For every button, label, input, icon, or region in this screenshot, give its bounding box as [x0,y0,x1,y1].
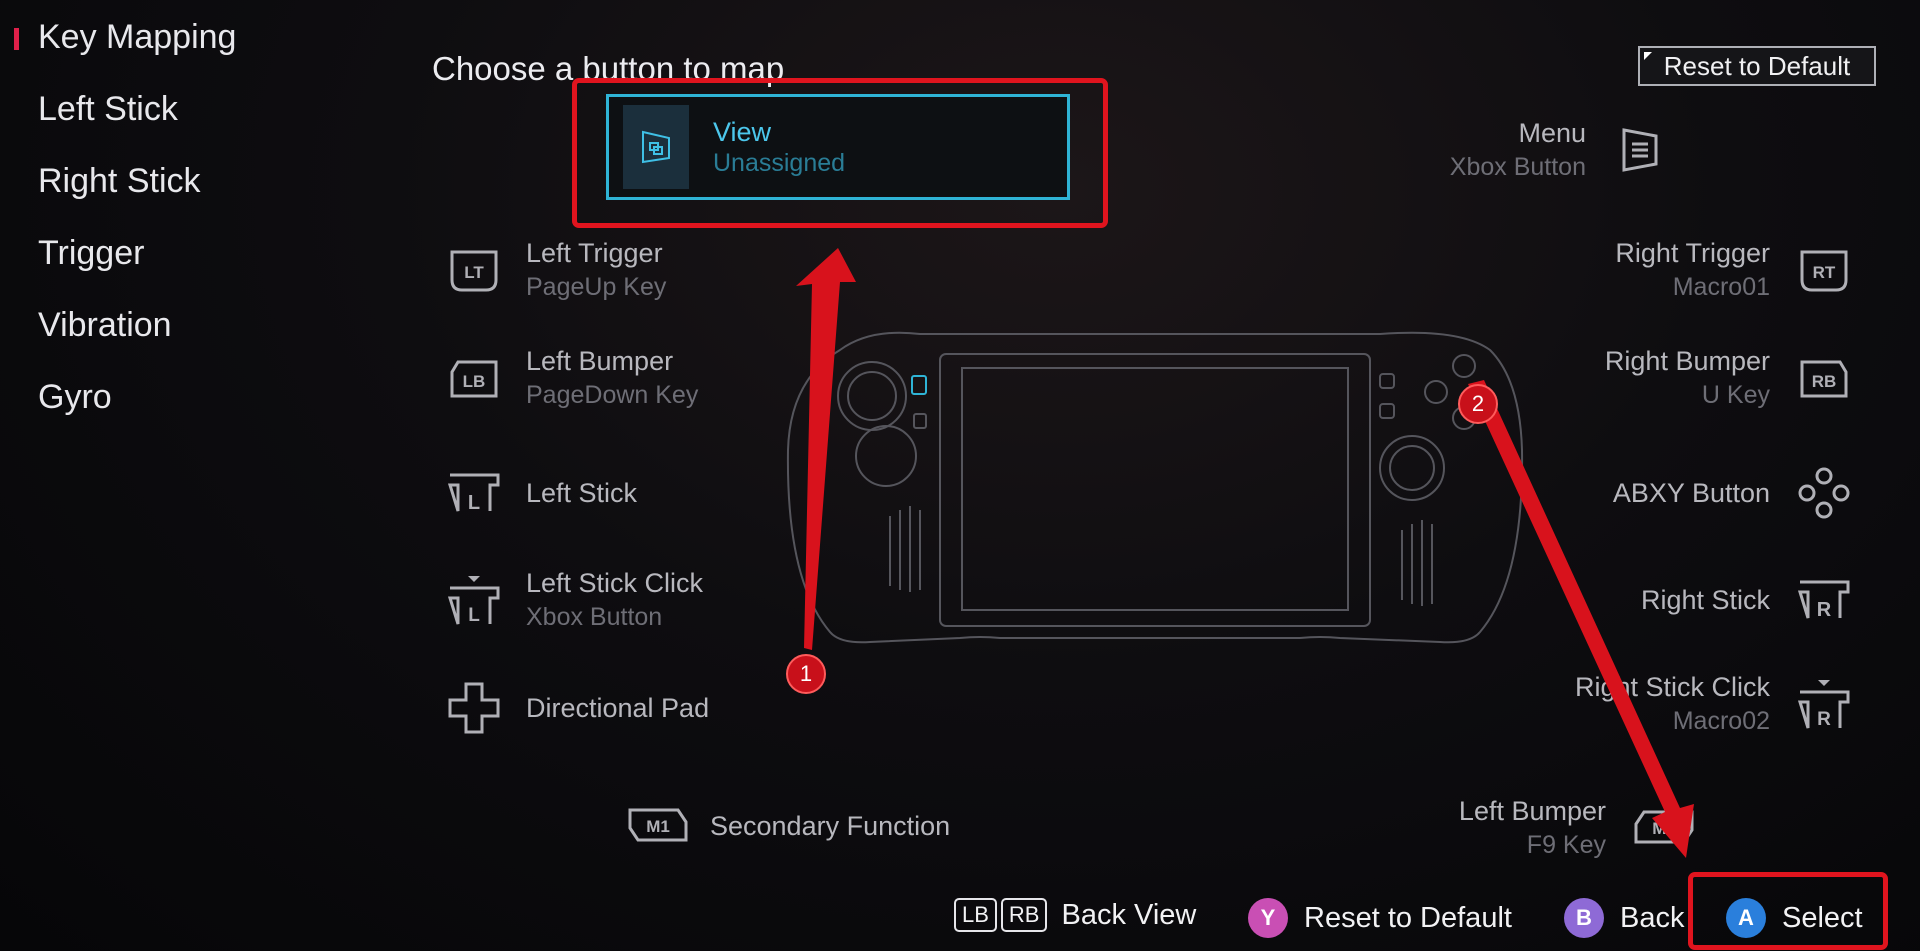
annotation-box-select [1688,872,1888,950]
reset-default-label: Reset to Default [1304,901,1512,934]
lb-key-icon: LB [954,898,997,932]
y-button-icon: Y [1248,898,1288,938]
annotation-marker-1: 1 [786,654,826,694]
back-view-label: Back View [1061,898,1197,931]
annotation-arrows [796,248,1694,858]
rb-key-icon: RB [1000,898,1048,932]
b-button-icon: B [1564,898,1604,938]
back-hint[interactable]: B Back [1564,898,1684,938]
reset-default-hint[interactable]: Y Reset to Default [1248,898,1512,938]
annotation-marker-2: 2 [1458,384,1498,424]
back-label: Back [1620,901,1685,934]
back-view-hint[interactable]: LB RB Back View [954,898,1196,932]
